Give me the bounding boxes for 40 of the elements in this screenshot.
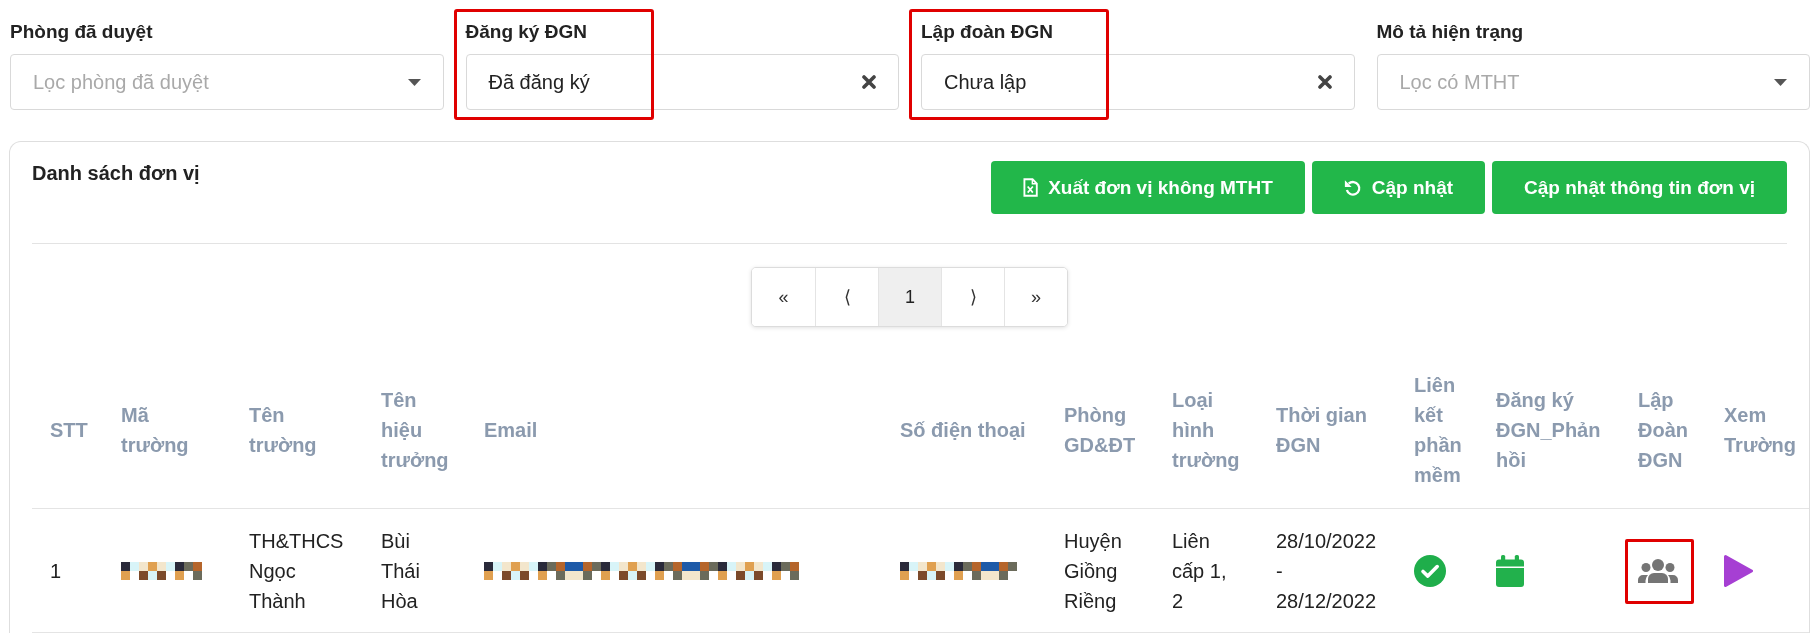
column-header: Lập Đoàn ĐGN [1638,388,1689,473]
filter-label: Phòng đã duyệt [10,20,153,44]
group-icon[interactable] [1638,559,1678,583]
column-header: Liên kết phần mềm [1414,373,1463,488]
table-cell-text: Huyện Giồng Riềng [1064,529,1123,614]
caret-icon[interactable] [1774,78,1787,86]
filter-label: Mô tả hiện trạng [1376,20,1524,44]
page-button[interactable]: ⟨ [815,268,878,326]
column-header: Email [484,418,538,443]
column-header: Đăng ký ĐGN_Phản hồi [1496,388,1602,473]
column-header: Tên trường [249,403,318,458]
column-header: Tên hiệu trưởng [381,388,450,473]
table-cell-text: Bùi Thái Hòa [381,529,421,614]
filter-label: Lập đoàn ĐGN [921,20,1053,44]
column-header: Xem Trường [1724,403,1798,458]
clear-icon[interactable] [1317,75,1332,89]
select-field[interactable]: Đã đăng ký [465,54,899,110]
panel-title: Danh sách đơn vị [32,161,200,185]
table-cell-text: Liên cấp 1, 2 [1172,529,1228,614]
column-header: Thời gian ĐGN [1276,403,1368,458]
table-cell-text: TH&THCS Ngọc Thành [249,529,345,614]
play-icon[interactable] [1724,555,1753,587]
page-button[interactable]: « [752,268,815,326]
clear-icon[interactable] [862,75,876,89]
select-field[interactable]: Chưa lập [921,54,1355,110]
column-header: STT [50,418,88,443]
column-header: Loại hình trường [1172,388,1241,473]
caret-icon[interactable] [407,78,421,86]
undo-arrow-icon [1343,178,1362,197]
column-header: Phòng GD&ĐT [1064,403,1137,458]
calendar-icon[interactable] [1496,555,1524,587]
page-button[interactable]: ⟩ [941,268,1004,326]
page-button[interactable]: » [1004,268,1067,326]
table-cell-text: 28/10/2022 - 28/12/2022 [1276,529,1378,614]
spreadsheet-file-icon [1023,178,1039,197]
table-cell-text: 1 [50,559,62,584]
filter-label: Đăng ký ĐGN [465,20,587,44]
page-button[interactable]: 1 [878,268,941,326]
column-header: Số điện thoại [900,418,1026,443]
column-header: Mã trường [121,403,190,458]
